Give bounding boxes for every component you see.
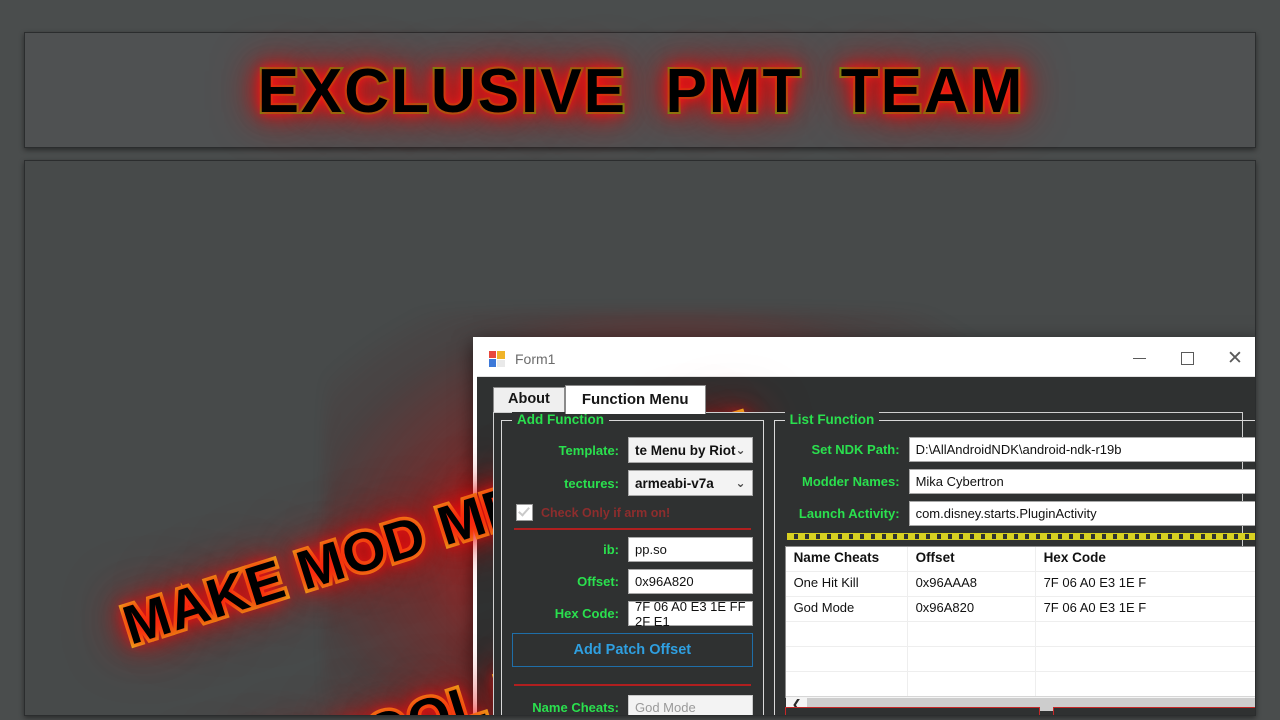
row-offset: Offset: 0x96A820 xyxy=(512,569,753,594)
table-row[interactable] xyxy=(786,672,1255,696)
template-dropdown[interactable]: te Menu by Riot ⌄ xyxy=(628,437,753,463)
row-lib: ib: pp.so xyxy=(512,537,753,562)
list-action-buttons: Remove Selected List Clear All List xyxy=(784,707,1255,715)
row-launch-activity: Launch Activity: com.disney.starts.Plugi… xyxy=(785,501,1255,526)
lib-label: ib: xyxy=(603,542,619,557)
offset-label: Offset: xyxy=(577,574,619,589)
lib-input[interactable]: pp.so xyxy=(628,537,753,562)
launch-activity-label: Launch Activity: xyxy=(798,506,900,521)
group-list-function: List Function Set NDK Path: D:\AllAndroi… xyxy=(773,412,1255,715)
window-client-area: About Function Menu Add Function Templat… xyxy=(477,377,1255,715)
cell-offset xyxy=(908,672,1036,696)
tab-about[interactable]: About xyxy=(493,387,565,412)
template-label: Template: xyxy=(558,442,619,458)
divider-dashed-top xyxy=(786,533,1255,540)
cell-hex xyxy=(1036,622,1255,646)
cell-hex: 7F 06 A0 E3 1E F xyxy=(1043,600,1147,615)
modder-names-input[interactable]: Mika Cybertron xyxy=(908,469,1255,494)
chevron-down-icon: ⌄ xyxy=(735,443,746,457)
divider-red-top xyxy=(514,528,751,530)
hex-code-label: Hex Code: xyxy=(554,606,619,621)
table-header-row: Name Cheats Offset Hex Code xyxy=(785,547,1255,572)
arch-checkbox-label: Check Only if arm on! xyxy=(541,505,671,520)
cell-offset: 0x96AAA8 xyxy=(908,572,1036,596)
maximize-icon[interactable] xyxy=(1163,341,1211,377)
tab-function-menu[interactable]: Function Menu xyxy=(564,385,706,414)
cell-name xyxy=(786,647,908,671)
column-header-hex-code: Hex Code xyxy=(1043,550,1106,565)
remove-selected-list-button[interactable]: Remove Selected List xyxy=(784,707,1041,715)
form-icon xyxy=(489,350,505,367)
name-cheats-input[interactable]: God Mode xyxy=(628,695,753,715)
main-panel: Form1 ✕ About Function Menu Add Function xyxy=(24,160,1256,716)
tab-page-function-menu: Add Function Template: te Menu by Riot ⌄… xyxy=(493,412,1255,715)
architectures-dropdown[interactable]: armeabi-v7a ⌄ xyxy=(628,470,753,496)
cell-name xyxy=(786,622,908,646)
window-title: Form1 xyxy=(515,350,556,367)
architectures-label: tectures: xyxy=(564,475,619,491)
arch-checkbox[interactable] xyxy=(516,504,533,521)
launch-activity-input[interactable]: com.disney.starts.PluginActivity xyxy=(908,501,1255,526)
cell-hex xyxy=(1036,672,1255,696)
window-controls: ✕ xyxy=(1115,341,1255,377)
cell-offset xyxy=(908,647,1036,671)
table-row[interactable] xyxy=(785,647,1255,672)
table-row[interactable]: God Mode 0x96A820 7F 06 A0 E3 1E F xyxy=(785,597,1255,622)
column-header-name-cheats: Name Cheats xyxy=(786,547,908,571)
ndk-path-label: Set NDK Path: xyxy=(811,442,900,457)
cell-offset: 0x96A820 xyxy=(908,597,1036,621)
row-template: Template: te Menu by Riot ⌄ xyxy=(512,437,753,463)
group-add-function: Add Function Template: te Menu by Riot ⌄… xyxy=(501,412,764,715)
hex-code-input[interactable]: 7F 06 A0 E3 1E FF 2F E1 xyxy=(628,599,753,629)
row-name-cheats: Name Cheats: God Mode xyxy=(512,695,753,715)
minimize-icon[interactable] xyxy=(1115,341,1163,377)
window-titlebar: Form1 ✕ xyxy=(477,341,1255,377)
table-row[interactable] xyxy=(785,622,1255,647)
cell-name: God Mode xyxy=(786,597,908,621)
cheats-grid[interactable]: Name Cheats Offset Hex Code One Hit Kill… xyxy=(784,546,1255,711)
row-hex-code: Hex Code: 7F 06 A0 E3 1E FF 2F E1 xyxy=(512,599,753,629)
cheats-grid-rows: Name Cheats Offset Hex Code One Hit Kill… xyxy=(785,547,1255,696)
divider-red-bottom xyxy=(514,684,751,686)
cell-hex xyxy=(1036,647,1255,671)
cell-name: One Hit Kill xyxy=(786,572,908,596)
row-modder-names: Modder Names: Mika Cybertron xyxy=(785,469,1255,494)
offset-input[interactable]: 0x96A820 xyxy=(628,569,753,594)
chevron-down-icon: ⌄ xyxy=(735,476,746,490)
name-cheats-label: Name Cheats: xyxy=(532,700,619,715)
top-banner: EXCLUSIVE PMT TEAM xyxy=(24,32,1256,148)
group-list-function-legend: List Function xyxy=(784,412,880,427)
row-ndk-path: Set NDK Path: D:\AllAndroidNDK\android-n… xyxy=(785,437,1255,462)
screenshot-root: EXCLUSIVE PMT TEAM Form1 ✕ About Functio… xyxy=(0,0,1280,720)
form-window: Form1 ✕ About Function Menu Add Function xyxy=(473,337,1255,715)
close-icon[interactable]: ✕ xyxy=(1211,341,1255,377)
clear-all-list-button[interactable]: Clear All List xyxy=(1053,707,1255,715)
cell-hex: 7F 06 A0 E3 1E F xyxy=(1043,575,1147,590)
cell-offset xyxy=(908,622,1036,646)
tab-strip: About Function Menu xyxy=(493,385,1251,414)
row-architectures: tectures: armeabi-v7a ⌄ xyxy=(512,470,753,496)
architectures-value: armeabi-v7a xyxy=(635,475,714,491)
row-arch-checkbox: Check Only if arm on! xyxy=(516,504,753,521)
banner-title: EXCLUSIVE PMT TEAM xyxy=(256,55,1025,128)
table-row[interactable]: One Hit Kill 0x96AAA8 7F 06 A0 E3 1E F xyxy=(785,572,1255,597)
group-add-function-legend: Add Function xyxy=(512,412,609,427)
cell-name xyxy=(786,672,908,696)
ndk-path-input[interactable]: D:\AllAndroidNDK\android-ndk-r19b xyxy=(908,437,1255,462)
template-value: te Menu by Riot xyxy=(635,442,736,458)
add-patch-offset-button[interactable]: Add Patch Offset xyxy=(512,633,753,667)
modder-names-label: Modder Names: xyxy=(802,474,900,489)
column-header-offset: Offset xyxy=(908,547,1036,571)
